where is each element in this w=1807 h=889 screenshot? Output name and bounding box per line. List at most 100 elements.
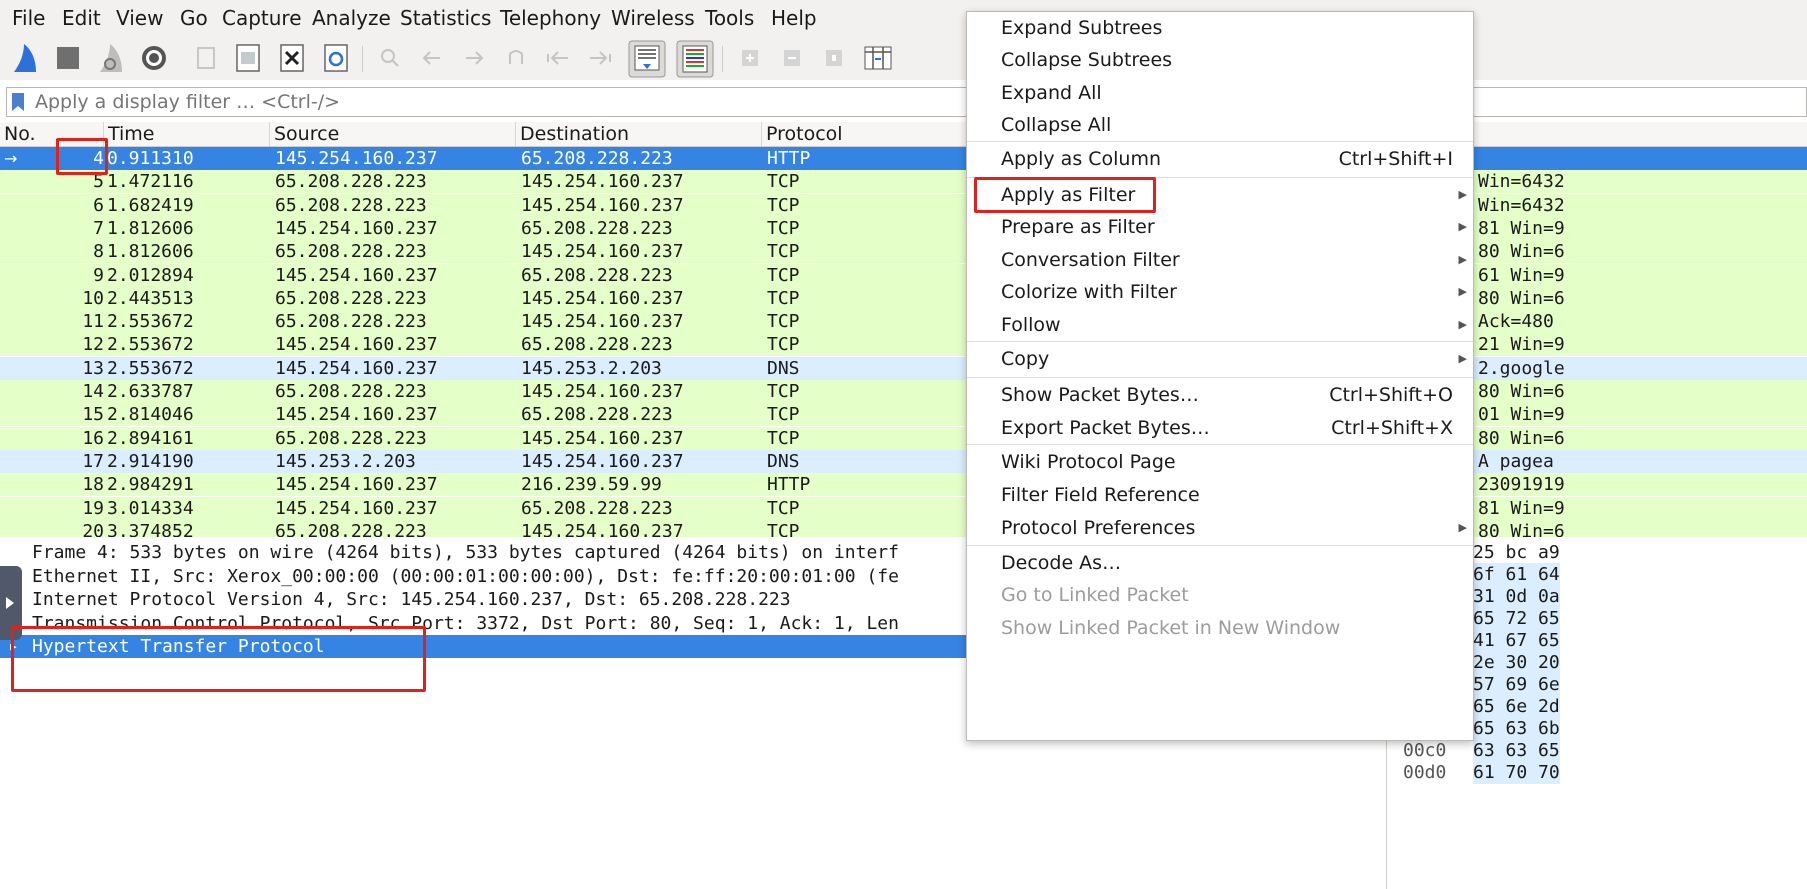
packet-row[interactable]: 14 2.633787 65.208.228.223 145.254.160.237 T… <box>0 380 1807 403</box>
menu-tools[interactable]: Tools <box>705 6 754 30</box>
menu-item-decode-as[interactable]: Decode As… <box>967 547 1473 579</box>
close-file-icon[interactable] <box>276 42 308 74</box>
zoom-out-icon[interactable] <box>776 42 808 74</box>
packet-row[interactable]: 4 0.911310 145.254.160.237 65.208.228.223 HT… <box>0 147 1807 170</box>
packet-cell-time: 1.682419 <box>107 194 194 216</box>
menu-item-wiki-protocol-page[interactable]: Wiki Protocol Page <box>967 446 1473 478</box>
packet-cell-proto: TCP <box>767 427 800 449</box>
menu-capture[interactable]: Capture <box>222 6 302 30</box>
menu-wireless[interactable]: Wireless <box>611 6 695 30</box>
colorize-icon[interactable] <box>676 40 714 78</box>
packet-cell-time: 2.553672 <box>107 334 194 356</box>
open-file-icon[interactable] <box>190 42 222 74</box>
packet-cell-src: 65.208.228.223 <box>275 194 427 216</box>
packet-cell-no: 19 <box>82 497 104 519</box>
normal-size-icon[interactable] <box>818 42 850 74</box>
menu-statistics[interactable]: Statistics <box>400 6 491 30</box>
menu-help[interactable]: Help <box>771 6 817 30</box>
display-filter-input[interactable] <box>35 88 1735 116</box>
menu-edit[interactable]: Edit <box>62 6 101 30</box>
menu-analyze[interactable]: Analyze <box>312 6 391 30</box>
packet-cell-no: 6 <box>93 194 104 216</box>
packet-cell-info: Ack=480 <box>1478 311 1554 333</box>
menu-view[interactable]: View <box>116 6 163 30</box>
column-header-source[interactable]: Source <box>270 122 516 146</box>
menu-item-expand-subtrees[interactable]: Expand Subtrees <box>967 12 1473 44</box>
shark-fin-icon[interactable] <box>10 42 42 74</box>
file-icon[interactable] <box>232 42 264 74</box>
menu-item-expand-all[interactable]: Expand All <box>967 77 1473 109</box>
menu-item-apply-as-column[interactable]: Apply as Column Ctrl+Shift+I <box>967 143 1473 175</box>
bytes-hex[interactable]: 65 72 65 <box>1473 607 1560 630</box>
menu-item-follow[interactable]: Follow ▶ <box>967 309 1473 341</box>
reload-icon[interactable] <box>320 42 352 74</box>
autoscroll-icon[interactable] <box>628 40 666 78</box>
menu-item-filter-field-reference[interactable]: Filter Field Reference <box>967 479 1473 511</box>
back-arrow-icon[interactable] <box>416 42 448 74</box>
zoom-in-icon[interactable] <box>734 42 766 74</box>
packet-row[interactable]: 6 1.682419 65.208.228.223 145.254.160.237 TC… <box>0 193 1807 217</box>
stop-icon[interactable] <box>52 42 84 74</box>
column-header-time[interactable]: Time <box>104 122 270 146</box>
packet-cell-proto: TCP <box>767 311 800 333</box>
packet-row[interactable]: 10 2.443513 65.208.228.223 145.254.160.237 T… <box>0 286 1807 310</box>
packet-cell-src: 65.208.228.223 <box>275 427 427 449</box>
packet-row[interactable]: 12 2.553672 145.254.160.237 65.208.228.223 T… <box>0 333 1807 357</box>
last-packet-icon[interactable] <box>584 42 616 74</box>
bytes-hex[interactable]: 61 70 70 <box>1473 761 1560 784</box>
menu-item-copy[interactable]: Copy ▶ <box>967 343 1473 375</box>
packet-row[interactable]: 17 2.914190 145.253.2.203 145.254.160.237 DN… <box>0 449 1807 473</box>
bytes-hex[interactable]: 2e 30 20 <box>1473 651 1560 674</box>
go-to-packet-icon[interactable] <box>500 42 532 74</box>
restart-icon[interactable] <box>96 42 128 74</box>
menu-item-conversation-filter[interactable]: Conversation Filter ▶ <box>967 244 1473 276</box>
packet-row[interactable]: 18 2.984291 145.254.160.237 216.239.59.99 HT… <box>0 473 1807 497</box>
packet-cell-proto: TCP <box>767 497 800 519</box>
menu-item-colorize-with-filter[interactable]: Colorize with Filter ▶ <box>967 276 1473 308</box>
menu-telephony[interactable]: Telephony <box>500 6 601 30</box>
column-header-destination[interactable]: Destination <box>516 122 762 146</box>
packet-row[interactable]: 8 1.812606 65.208.228.223 145.254.160.237 TC… <box>0 240 1807 264</box>
forward-arrow-icon[interactable] <box>458 42 490 74</box>
menu-file[interactable]: File <box>12 6 45 30</box>
column-header-protocol[interactable]: Protocol <box>762 122 972 146</box>
packet-cell-time: 3.374852 <box>107 520 194 537</box>
first-packet-icon[interactable] <box>542 42 574 74</box>
options-gear-icon[interactable] <box>138 42 170 74</box>
bytes-hex[interactable]: 6f 61 64 <box>1473 563 1560 586</box>
bytes-hex[interactable]: 25 bc a9 <box>1473 541 1560 564</box>
packet-cell-info: 21 Win=9 <box>1478 334 1565 356</box>
menu-item-collapse-subtrees[interactable]: Collapse Subtrees <box>967 44 1473 76</box>
find-icon[interactable] <box>374 42 406 74</box>
bytes-hex[interactable]: 63 63 65 <box>1473 739 1560 762</box>
menu-item-show-packet-bytes[interactable]: Show Packet Bytes… Ctrl+Shift+O <box>967 379 1473 411</box>
bookmark-icon[interactable] <box>11 92 25 112</box>
packet-row[interactable]: 15 2.814046 145.254.160.237 65.208.228.223 T… <box>0 403 1807 427</box>
packet-row[interactable]: 13 2.553672 145.254.160.237 145.253.2.203 DN… <box>0 356 1807 380</box>
menu-item-protocol-preferences[interactable]: Protocol Preferences ▶ <box>967 512 1473 544</box>
bytes-hex[interactable]: 65 63 6b <box>1473 717 1560 740</box>
menu-item-prepare-as-filter[interactable]: Prepare as Filter ▶ <box>967 211 1473 243</box>
packet-row[interactable]: 7 1.812606 145.254.160.237 65.208.228.223 TC… <box>0 216 1807 240</box>
packet-row[interactable]: 20 3.374852 65.208.228.223 145.254.160.237 T… <box>0 519 1807 537</box>
bytes-hex[interactable]: 65 6e 2d <box>1473 695 1560 718</box>
menu-item-collapse-all[interactable]: Collapse All <box>967 109 1473 141</box>
packet-row[interactable]: 11 2.553672 65.208.228.223 145.254.160.237 T… <box>0 310 1807 334</box>
detail-tree-label: Frame 4: 533 bytes on wire (4264 bits), … <box>32 542 899 563</box>
bytes-hex[interactable]: 31 0d 0a <box>1473 585 1560 608</box>
packet-row[interactable]: 19 3.014334 145.254.160.237 65.208.228.223 T… <box>0 496 1807 520</box>
packet-cell-time: 2.443513 <box>107 287 194 309</box>
menu-item-export-packet-bytes[interactable]: Export Packet Bytes… Ctrl+Shift+X <box>967 412 1473 444</box>
bytes-hex[interactable]: 41 67 65 <box>1473 629 1560 652</box>
packet-cell-no: 20 <box>82 520 104 537</box>
packet-cell-info: Win=6432 <box>1478 194 1565 216</box>
packet-cell-proto: TCP <box>767 287 800 309</box>
packet-row[interactable]: 5 1.472116 65.208.228.223 145.254.160.237 TC… <box>0 170 1807 194</box>
packet-cell-info: 80 Win=6 <box>1478 287 1565 309</box>
packet-row[interactable]: 16 2.894161 65.208.228.223 145.254.160.237 T… <box>0 426 1807 450</box>
bytes-hex[interactable]: 57 69 6e <box>1473 673 1560 696</box>
packet-row[interactable]: 9 2.012894 145.254.160.237 65.208.228.223 TC… <box>0 263 1807 287</box>
packet-cell-info: 80 Win=6 <box>1478 241 1565 263</box>
menu-go[interactable]: Go <box>180 6 208 30</box>
resize-columns-icon[interactable] <box>862 42 894 74</box>
